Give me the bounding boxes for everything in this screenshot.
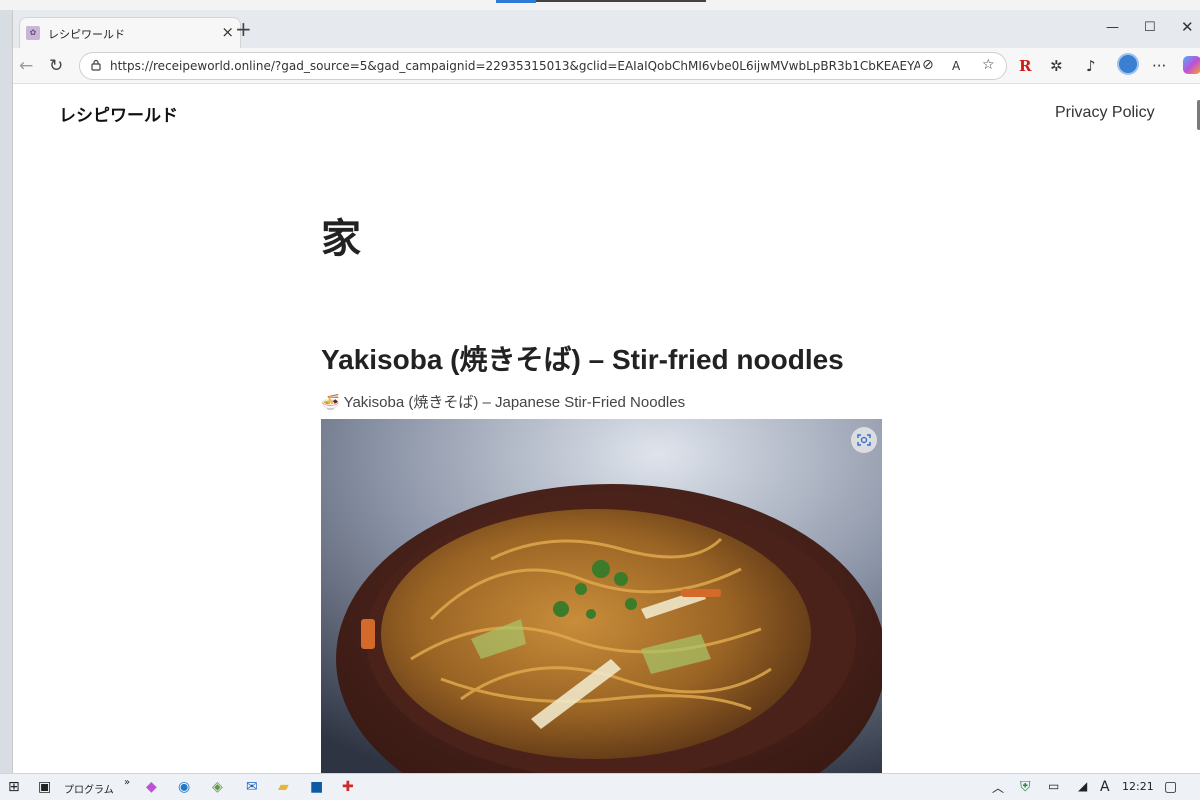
post-title[interactable]: Yakisoba (焼きそば) – Stir-fried noodles: [321, 338, 844, 378]
tab-bar: ✿ レシピワールド × + — ☐ ✕: [13, 10, 1200, 48]
new-tab-button[interactable]: +: [235, 19, 252, 39]
store-icon[interactable]: ◈: [212, 779, 223, 795]
page-content: レシピワールド Privacy Policy 家 Yakisoba (焼きそば)…: [13, 84, 1200, 773]
top-strip-accent: [496, 0, 536, 3]
top-strip-bar: [536, 0, 706, 2]
post-featured-image[interactable]: [321, 419, 882, 773]
ime-indicator[interactable]: A: [1100, 779, 1110, 795]
favorite-icon[interactable]: ☆: [982, 57, 995, 73]
lock-icon: [91, 59, 101, 71]
tracking-icon[interactable]: ⊘: [922, 57, 934, 73]
explorer-icon[interactable]: ▰: [278, 779, 289, 795]
maximize-button[interactable]: ☐: [1144, 20, 1156, 35]
visual-search-icon[interactable]: [851, 427, 877, 453]
refresh-icon[interactable]: ↻: [49, 56, 63, 76]
minimize-button[interactable]: —: [1106, 20, 1119, 35]
taskbar: ⊞ ▣ プログラム » ◆ ◉ ◈ ✉ ▰ ■ ✚ ︿ ⛨ ▭ ◢ A 12:2…: [0, 773, 1200, 800]
yakisoba-photo: [321, 419, 882, 773]
address-bar-row: ← ↻ https://receipeworld.online/?gad_sou…: [13, 48, 1200, 84]
windows-start-icon[interactable]: ⊞: [8, 779, 20, 795]
tab-title: レシピワールド: [48, 28, 125, 41]
security-icon[interactable]: ⛨: [1020, 779, 1031, 795]
post-excerpt: 🍜 Yakisoba (焼きそば) – Japanese Stir-Fried …: [321, 394, 686, 411]
copilot-taskbar-icon[interactable]: ◆: [146, 779, 157, 795]
tab-recipe-world[interactable]: ✿ レシピワールド ×: [19, 17, 241, 48]
wifi-icon[interactable]: ◢: [1078, 779, 1087, 793]
edge-icon[interactable]: ◉: [178, 779, 190, 795]
profile-icon[interactable]: [1117, 53, 1139, 75]
document-icon[interactable]: ✚: [342, 779, 354, 795]
url-text[interactable]: https://receipeworld.online/?gad_source=…: [110, 59, 920, 73]
top-strip: [0, 0, 1200, 10]
copilot-icon[interactable]: [1183, 56, 1200, 74]
privacy-policy-link[interactable]: Privacy Policy: [1055, 104, 1155, 122]
taskbar-clock[interactable]: 12:21: [1122, 780, 1154, 793]
notifications-icon[interactable]: ▢: [1164, 779, 1177, 795]
programs-label[interactable]: プログラム: [64, 781, 114, 796]
tab-close-icon[interactable]: ×: [221, 23, 234, 41]
read-aloud-icon[interactable]: A: [952, 59, 960, 73]
app-icon[interactable]: ■: [310, 779, 323, 795]
site-title[interactable]: レシピワールド: [59, 101, 178, 126]
tray-chevron-icon[interactable]: ︿: [992, 779, 1004, 796]
close-window-button[interactable]: ✕: [1181, 18, 1194, 36]
rakuten-icon[interactable]: R: [1019, 57, 1031, 75]
site-favicon-icon: ✿: [26, 26, 40, 40]
task-view-icon[interactable]: ▣: [38, 779, 51, 795]
back-icon[interactable]: ←: [19, 56, 33, 76]
extensions-icon[interactable]: ✲: [1050, 57, 1063, 75]
overflow-chevron-icon[interactable]: »: [124, 777, 130, 788]
outlook-icon[interactable]: ✉: [246, 779, 258, 795]
address-bar[interactable]: https://receipeworld.online/?gad_source=…: [79, 52, 1007, 80]
battery-icon[interactable]: ▭: [1048, 779, 1059, 793]
more-icon[interactable]: ···: [1152, 57, 1166, 75]
browser-window: ✿ レシピワールド × + — ☐ ✕ ← ↻ https://receipew…: [12, 10, 1200, 773]
category-heading: 家: [321, 215, 361, 262]
collections-icon[interactable]: ♪: [1086, 57, 1096, 75]
